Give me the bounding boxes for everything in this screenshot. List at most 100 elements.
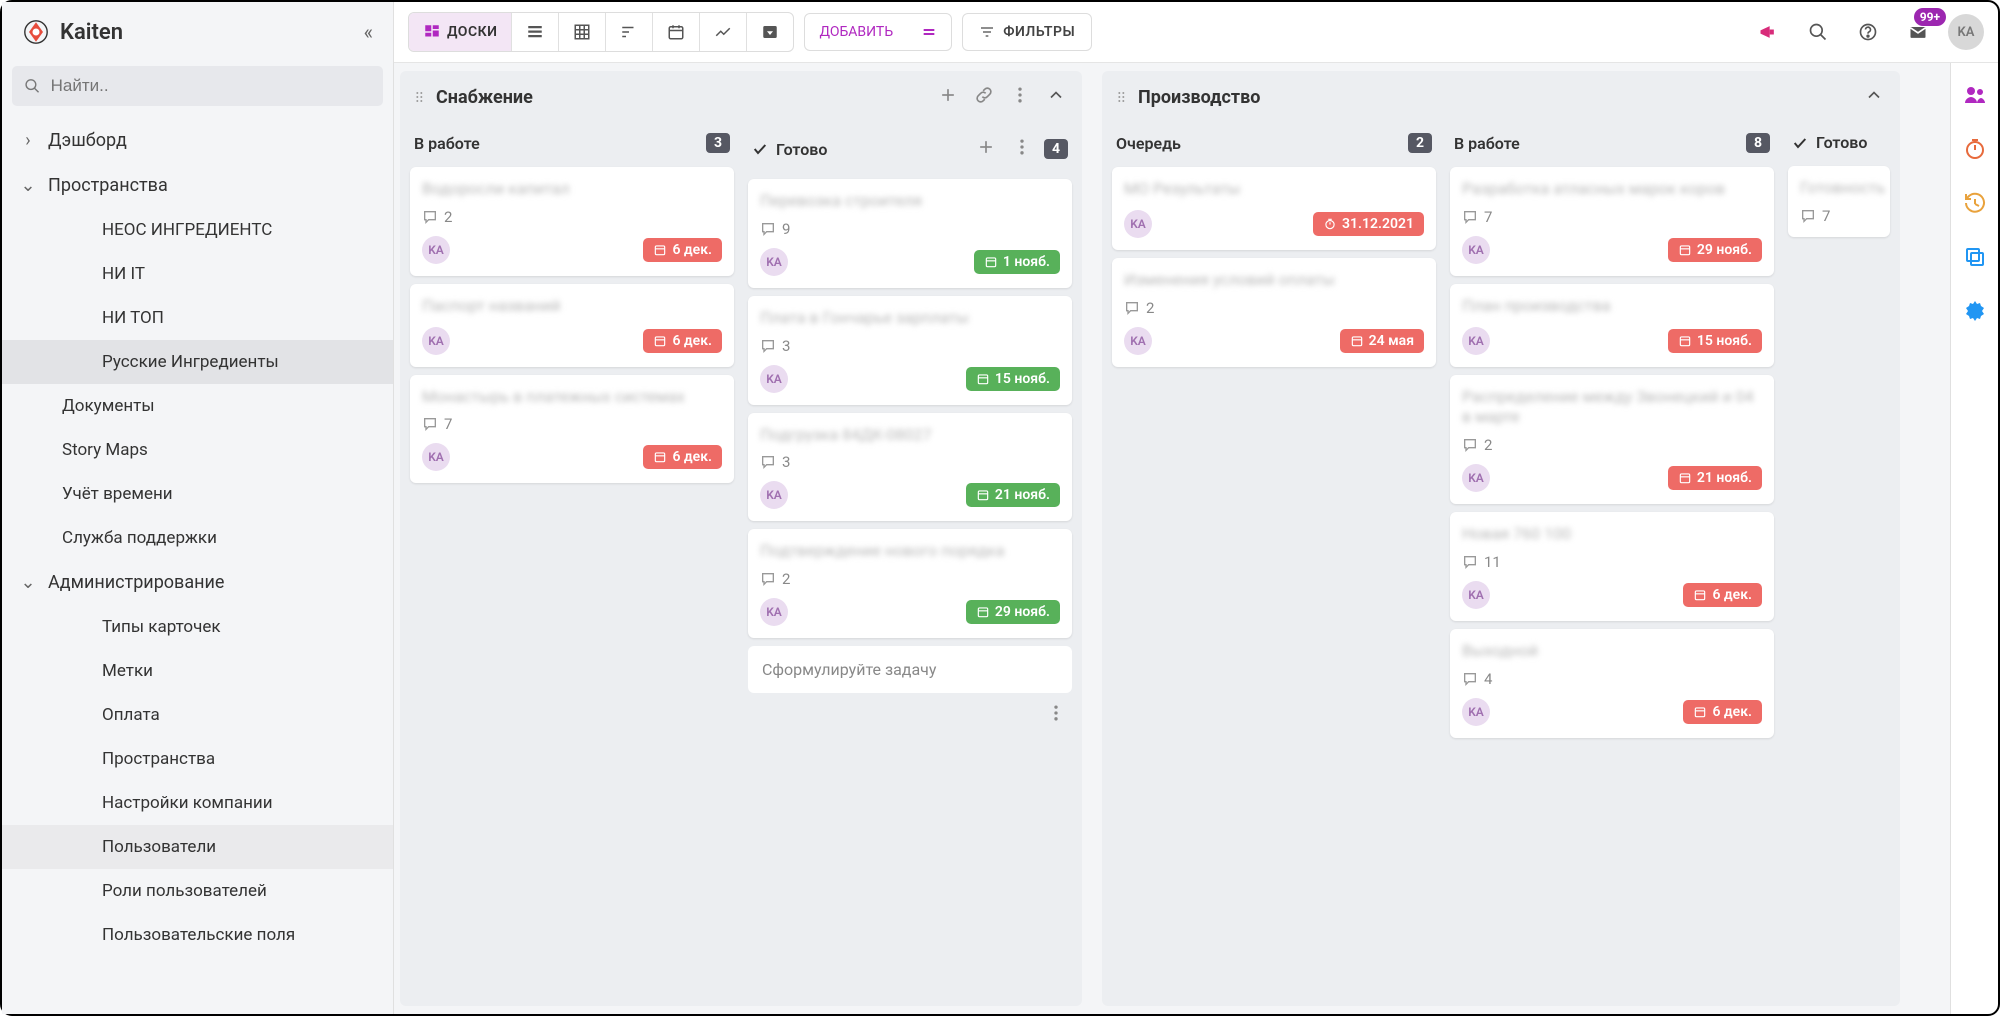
rail-copy-button[interactable] <box>1963 245 1987 273</box>
sidebar-item-support[interactable]: Служба поддержки <box>2 516 393 560</box>
card-date: 15 нояб. <box>1697 333 1752 349</box>
view-list-button[interactable] <box>512 13 559 51</box>
card[interactable]: Готовность7 <box>1788 166 1890 237</box>
sidebar-item-storymaps[interactable]: Story Maps <box>2 428 393 472</box>
sidebar-space-3[interactable]: Русские Ингредиенты <box>2 340 393 384</box>
sidebar-admin-1[interactable]: Метки <box>2 649 393 693</box>
card-title: Паспорт названий <box>422 296 722 317</box>
card-comment-count: 2 <box>1484 436 1492 454</box>
sidebar-admin-7[interactable]: Пользовательские поля <box>2 913 393 957</box>
board-collapse-button[interactable] <box>1860 81 1888 113</box>
card-date: 6 дек. <box>1712 704 1752 720</box>
comment-icon <box>760 454 776 470</box>
search-input[interactable] <box>51 76 371 96</box>
view-archive-button[interactable] <box>747 13 793 51</box>
card-date: 21 нояб. <box>1697 470 1752 486</box>
add-button[interactable]: ДОБАВИТЬ <box>805 14 907 50</box>
rail-members-button[interactable] <box>1963 83 1987 111</box>
card[interactable]: Распределение между Звонецкий и 04 в мар… <box>1450 375 1774 505</box>
chevron-down-icon: ⌄ <box>20 175 36 196</box>
card[interactable]: Изменения условий оплаты2KA24 мая <box>1112 258 1436 367</box>
calendar-icon <box>1678 471 1692 485</box>
topbar: ДОСКИ ДОБАВИТЬ ФИЛЬТРЫ <box>394 2 1998 63</box>
card-date-chip: 6 дек. <box>1683 583 1762 607</box>
card-date: 15 нояб. <box>995 371 1050 387</box>
card[interactable]: Выходной4KA6 дек. <box>1450 629 1774 738</box>
card-date: 6 дек. <box>1712 587 1752 603</box>
view-grid-button[interactable] <box>559 13 606 51</box>
comment-icon <box>422 209 438 225</box>
column-footer-more[interactable] <box>744 697 1076 733</box>
user-avatar[interactable]: KA <box>1948 14 1984 50</box>
gear-icon <box>1963 299 1987 323</box>
card-title: Водоросли капитал <box>422 179 722 200</box>
sidebar-admin-5[interactable]: Пользователи <box>2 825 393 869</box>
add-card-input[interactable]: Сформулируйте задачу <box>748 646 1072 693</box>
card[interactable]: Подгрузка 84ДК-080273KA21 нояб. <box>748 413 1072 522</box>
card-date: 29 нояб. <box>995 604 1050 620</box>
timer-icon <box>1323 217 1337 231</box>
sidebar-admin-2[interactable]: Оплата <box>2 693 393 737</box>
sidebar-admin-6[interactable]: Роли пользователей <box>2 869 393 913</box>
card[interactable]: Перевозка строителя9KA1 нояб. <box>748 179 1072 288</box>
notifications-button[interactable]: 99+ <box>1898 12 1938 52</box>
sidebar-item-dashboard[interactable]: › Дэшборд <box>2 118 393 163</box>
sidebar-item-label: Служба поддержки <box>62 528 217 548</box>
calendar-icon <box>976 372 990 386</box>
sidebar-admin-3[interactable]: Пространства <box>2 737 393 781</box>
people-icon <box>1963 83 1987 107</box>
sidebar-collapse-button[interactable]: « <box>364 20 373 44</box>
card[interactable]: Новая 760 10011KA6 дек. <box>1450 512 1774 621</box>
card-date-chip: 31.12.2021 <box>1313 212 1424 236</box>
card[interactable]: МО РезультатыKA31.12.2021 <box>1112 167 1436 250</box>
view-chart-button[interactable] <box>700 13 747 51</box>
rail-settings-button[interactable] <box>1963 299 1987 327</box>
search-button[interactable] <box>1798 12 1838 52</box>
board-add-button[interactable] <box>934 81 962 113</box>
view-calendar-button[interactable] <box>653 13 700 51</box>
card[interactable]: Водоросли капитал2KA6 дек. <box>410 167 734 276</box>
card-avatar: KA <box>1462 327 1490 355</box>
card[interactable]: Подтверждение нового порядка2KA29 нояб. <box>748 529 1072 638</box>
archive-icon <box>761 23 779 41</box>
view-boards-button[interactable]: ДОСКИ <box>409 13 512 51</box>
sidebar-item-admin[interactable]: ⌄ Администрирование <box>2 560 393 605</box>
help-button[interactable] <box>1848 12 1888 52</box>
card[interactable]: Монастырь в платежных системах7KA6 дек. <box>410 375 734 484</box>
sidebar-admin-4[interactable]: Настройки компании <box>2 781 393 825</box>
column-add-button[interactable] <box>972 133 1000 165</box>
sidebar-space-1[interactable]: НИ IT <box>2 252 393 296</box>
boards-container: СнабжениеВ работе3Водоросли капитал2KA6 … <box>394 63 1950 1014</box>
sidebar-admin-0[interactable]: Типы карточек <box>2 605 393 649</box>
add-menu-button[interactable] <box>907 14 951 50</box>
card[interactable]: Паспорт названийKA6 дек. <box>410 284 734 367</box>
view-timeline-button[interactable] <box>606 13 653 51</box>
filters-button[interactable]: ФИЛЬТРЫ <box>962 13 1092 51</box>
grip-icon <box>412 89 428 105</box>
column-title: В работе <box>414 134 698 153</box>
board-collapse-button[interactable] <box>1042 81 1070 113</box>
calendar-icon <box>984 255 998 269</box>
board-more-button[interactable] <box>1006 81 1034 113</box>
card[interactable]: Разработка атласных марок коров7KA29 ноя… <box>1450 167 1774 276</box>
sidebar-space-2[interactable]: НИ ТОП <box>2 296 393 340</box>
board-link-button[interactable] <box>970 81 998 113</box>
card-comment-count: 4 <box>1484 670 1492 688</box>
sidebar-item-label: Русские Ингредиенты <box>102 352 279 372</box>
comment-icon <box>1462 209 1478 225</box>
column-more-button[interactable] <box>1008 133 1036 165</box>
card-avatar: KA <box>760 481 788 509</box>
sidebar-item-label: Документы <box>62 396 155 416</box>
sidebar-space-0[interactable]: НЕОС ИНГРЕДИЕНТС <box>2 208 393 252</box>
rail-history-button[interactable] <box>1963 191 1987 219</box>
card[interactable]: Плата в Гончарье зарплаты3KA15 нояб. <box>748 296 1072 405</box>
search-input-wrap[interactable] <box>12 66 383 106</box>
sidebar-item-spaces[interactable]: ⌄ Пространства <box>2 163 393 208</box>
announcement-button[interactable] <box>1748 12 1788 52</box>
rail-timer-button[interactable] <box>1963 137 1987 165</box>
calendar-icon <box>1678 243 1692 257</box>
sidebar-item-documents[interactable]: Документы <box>2 384 393 428</box>
sidebar-item-timesheet[interactable]: Учёт времени <box>2 472 393 516</box>
card[interactable]: План производстваKA15 нояб. <box>1450 284 1774 367</box>
column-1-2: ГотовоГотовность7 <box>1784 123 1894 1000</box>
